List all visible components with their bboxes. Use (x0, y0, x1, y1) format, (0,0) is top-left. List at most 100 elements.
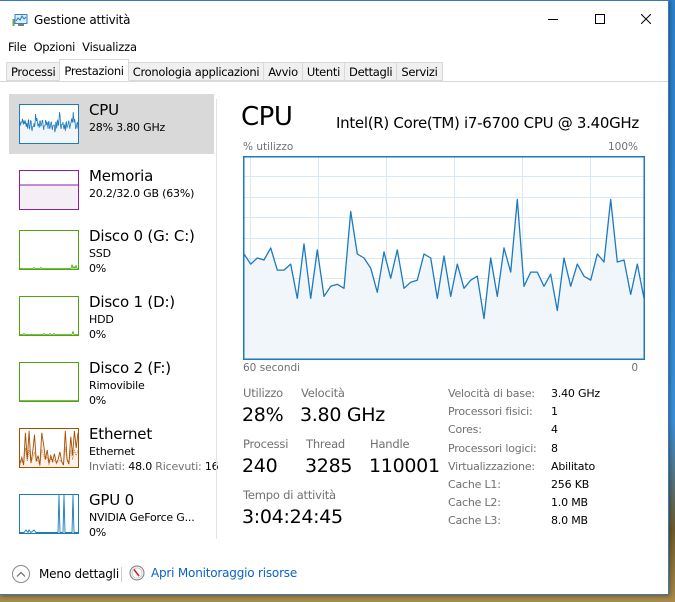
window-title: Gestione attività (34, 13, 131, 27)
spec-label: Processori fisici: (448, 405, 533, 419)
disk1-thumbnail-graph (19, 296, 79, 336)
disk2-thumbnail-svg (20, 400, 78, 401)
sidebar-item-gpu-0[interactable]: GPU 0 NVIDIA GeForce G... 0% (9, 484, 214, 544)
tab-avvio[interactable]: Avvio (263, 62, 302, 81)
sidebar-item-subtitle: NVIDIA GeForce G... (89, 511, 195, 524)
tab-cronologia-applicazioni[interactable]: Cronologia applicazioni (128, 62, 264, 81)
spec-label: Virtualizzazione: (448, 459, 535, 473)
open-resource-monitor-link[interactable]: Apri Monitoraggio risorse (129, 565, 297, 581)
disk1-thumbnail-svg (20, 330, 78, 335)
handle-value: 110001 (369, 455, 440, 477)
sidebar-item-throughput: Inviati: 48.0 Ricevuti: 16 (89, 460, 219, 473)
utilizzo-value: 28% (242, 404, 284, 426)
maximize-button[interactable] (577, 1, 623, 37)
resource-monitor-icon (129, 565, 145, 581)
cpu-utilization-chart (243, 156, 645, 360)
handle-label: Handle (370, 437, 410, 451)
sidebar-item-title: Memoria (89, 167, 154, 185)
chart-y-axis-label: % utilizzo (243, 141, 294, 153)
uptime-value: 3:04:24:45 (242, 506, 343, 528)
gpu-thumbnail-graph (19, 494, 79, 534)
minimize-button[interactable] (530, 1, 576, 37)
sidebar-item-subtitle: Ethernet (89, 445, 135, 458)
ethernet-thumbnail-graph (19, 428, 79, 468)
spec-value: 1 (551, 405, 558, 419)
spec-label: Velocità di base: (448, 387, 535, 400)
tab-processi[interactable]: Processi (6, 62, 60, 81)
disk1-thumb-line (20, 330, 78, 335)
menu-opzioni[interactable]: Opzioni (31, 38, 80, 58)
cpu-usage-area (244, 199, 644, 359)
sidebar-item-value: 0% (89, 526, 107, 539)
sidebar-item-ethernet[interactable]: Ethernet Ethernet Inviati: 48.0 Ricevuti… (9, 418, 219, 478)
sidebar-item-disco-2[interactable]: Disco 2 (F:) Rimovibile 0% (9, 352, 214, 412)
sidebar-item-subtitle: Rimovibile (89, 379, 145, 392)
memory-thumb-fill (20, 185, 78, 209)
menu-file[interactable]: File (0, 38, 31, 58)
chevron-up-icon (12, 565, 30, 583)
spec-label: Cores: (448, 423, 482, 437)
sidebar-item-title: Ethernet (89, 425, 153, 443)
spec-value: 3.40 GHz (551, 387, 600, 400)
task-manager-window: Gestione attività File Opzioni Visualizz… (0, 0, 669, 595)
thread-value: 3285 (305, 455, 353, 477)
uptime-label: Tempo di attività (243, 488, 336, 502)
task-manager-app-icon (12, 14, 28, 26)
disk2-thumbnail-graph (19, 362, 79, 402)
memory-thumbnail-svg (20, 184, 78, 209)
velocita-label: Velocità (301, 386, 345, 400)
spec-label: Cache L2: (448, 496, 501, 510)
minimize-icon (548, 19, 558, 20)
spec-value: 8 (551, 441, 558, 455)
close-icon (641, 14, 651, 24)
spec-label: Cache L1: (448, 478, 501, 491)
sidebar-item-subtitle: 28% 3.80 GHz (89, 121, 166, 134)
chart-y-max-label: 100% (607, 141, 638, 153)
disk0-thumbnail-graph (19, 230, 79, 270)
maximize-icon (595, 14, 605, 24)
ethernet-thumbnail-svg (20, 430, 78, 467)
fewer-details-label: Meno dettagli (39, 567, 119, 581)
tab-utenti[interactable]: Utenti (301, 62, 345, 81)
utilizzo-label: Utilizzo (243, 386, 284, 400)
footer: Meno dettagli Apri Monitoraggio risorse (0, 561, 668, 589)
received-label: Ricevuti: (155, 460, 202, 473)
spec-value: 4 (551, 423, 558, 437)
menu-visualizza[interactable]: Visualizza (80, 38, 142, 58)
sidebar-item-memoria[interactable]: Memoria 20.2/32.0 GB (63%) (9, 160, 214, 220)
chart-x-axis-label: 60 secondi (243, 362, 301, 374)
chart-x-min-label: 0 (631, 362, 638, 374)
disk0-thumbnail-svg (20, 264, 78, 269)
sidebar-item-value: 0% (89, 394, 107, 407)
sidebar-item-subtitle: 20.2/32.0 GB (63%) (89, 187, 195, 200)
sidebar-item-value: 0% (89, 328, 107, 341)
sidebar-item-cpu[interactable]: CPU 28% 3.80 GHz (9, 94, 214, 154)
fewer-details-button[interactable]: Meno dettagli (12, 565, 119, 583)
page-title: CPU (241, 102, 293, 132)
processi-label: Processi (243, 437, 289, 451)
cpu-model-name: Intel(R) Core(TM) i7-6700 CPU @ 3.40GHz (336, 114, 639, 132)
spec-value: 256 KB (551, 478, 590, 491)
open-resource-monitor-label: Apri Monitoraggio risorse (151, 566, 298, 580)
menu-bar: File Opzioni Visualizza (0, 38, 142, 58)
sidebar-item-disco-1[interactable]: Disco 1 (D:) HDD 0% (9, 286, 214, 346)
memory-thumbnail-graph (19, 170, 79, 210)
tab-dettagli[interactable]: Dettagli (344, 62, 397, 81)
sidebar-item-title: Disco 2 (F:) (89, 359, 171, 377)
sidebar-item-disco-0[interactable]: Disco 0 (G: C:) SSD 0% (9, 220, 214, 280)
spec-label: Processori logici: (448, 441, 537, 455)
tab-servizi[interactable]: Servizi (396, 62, 443, 81)
spec-label: Cache L3: (448, 514, 501, 528)
cpu-thumbnail-graph (19, 104, 79, 144)
thread-label: Thread (306, 437, 346, 451)
sidebar-item-title: GPU 0 (89, 491, 134, 509)
close-button[interactable] (623, 1, 669, 37)
sidebar-divider (216, 99, 217, 539)
tab-prestazioni[interactable]: Prestazioni (59, 59, 129, 81)
tab-bar: Processi Prestazioni Cronologia applicaz… (0, 59, 668, 82)
sidebar-item-subtitle: SSD (89, 247, 111, 260)
title-bar[interactable]: Gestione attività (0, 1, 668, 37)
velocita-value: 3.80 GHz (300, 404, 385, 426)
cpu-thumbnail-svg (20, 111, 78, 143)
sent-label: Inviati: (89, 460, 125, 473)
